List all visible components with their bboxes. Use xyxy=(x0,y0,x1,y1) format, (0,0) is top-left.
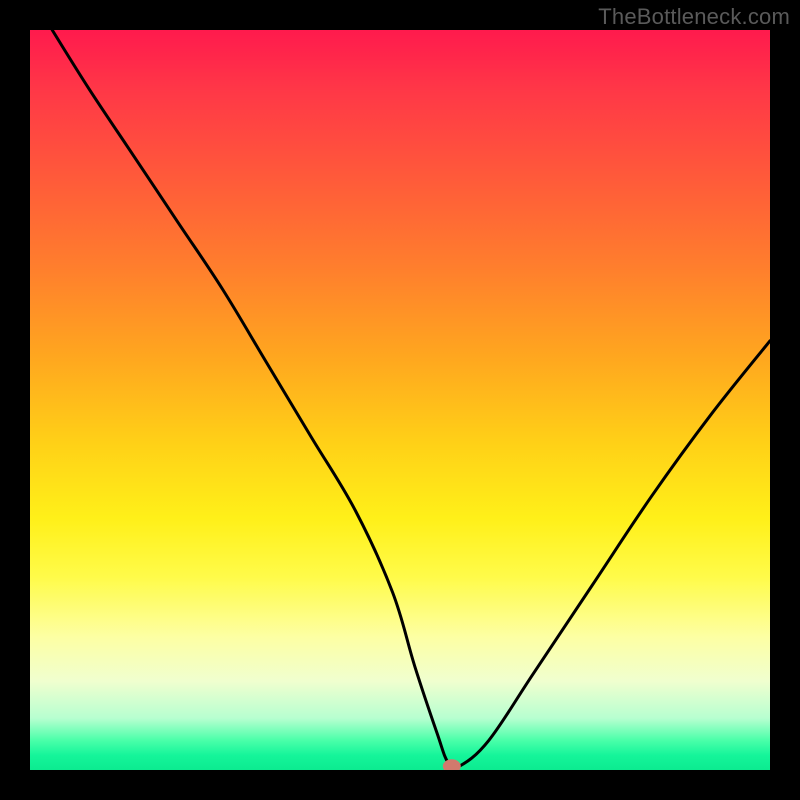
bottleneck-curve xyxy=(30,30,770,770)
chart-container: TheBottleneck.com xyxy=(0,0,800,800)
watermark-text: TheBottleneck.com xyxy=(598,4,790,30)
plot-area xyxy=(30,30,770,770)
curve-path xyxy=(52,30,770,768)
